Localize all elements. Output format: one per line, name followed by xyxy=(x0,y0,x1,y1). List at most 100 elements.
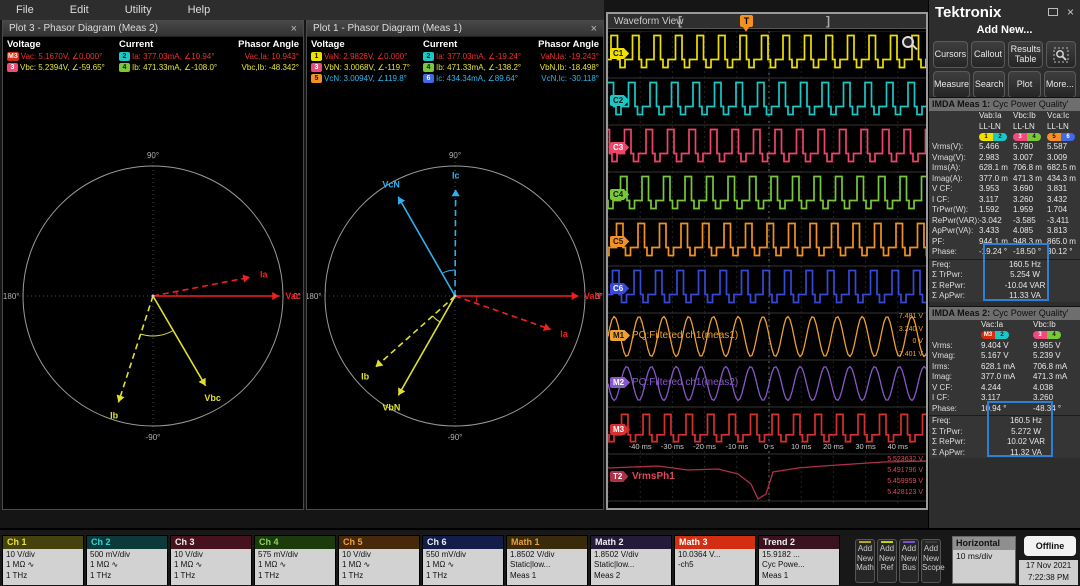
waveform-view-panel: Waveform View [ ] T C1 C2 C3 C4 C5 C6 M1 PQ:Fil… xyxy=(606,12,928,510)
search-button[interactable]: Search xyxy=(973,71,1006,98)
add-new-bus-button[interactable]: Add New Bus xyxy=(899,539,919,583)
channel-badge-ch4[interactable]: Ch 4 575 mV/div 1 MΩ ∿ 1 THz xyxy=(254,535,336,585)
column-header: Phasor Angle xyxy=(238,39,299,50)
column-header: Voltage xyxy=(311,39,345,50)
column-header: Phasor Angle xyxy=(538,39,599,50)
meas-row: Σ TrPwr: 5.272 W xyxy=(932,426,1041,436)
imda-meas2-results-table[interactable]: IMDA Meas 2: Cyc Power Quality' Vac:Ia Vbc… xyxy=(929,306,1080,458)
channel-badge-ch2[interactable]: Ch 2 500 mV/div 1 MΩ ∿ 1 THz xyxy=(86,535,168,585)
add-new-math-button[interactable]: Add New Math xyxy=(855,539,875,583)
time-axis-label: 0 s xyxy=(763,442,775,451)
menu-item-edit[interactable]: Edit xyxy=(70,4,89,16)
svg-text:Vbc: Vbc xyxy=(204,393,221,403)
svg-text:-90°: -90° xyxy=(146,433,161,442)
cursors-button[interactable]: Cursors xyxy=(933,41,968,68)
channel-badge-math3[interactable]: Math 3 10.0364 V... -ch5 xyxy=(674,535,756,585)
imda-meas1-results-table[interactable]: IMDA Meas 1: Cyc Power Quality' Vab:Ia Vbc… xyxy=(929,97,1080,302)
svg-text:±180°: ±180° xyxy=(307,292,321,301)
measure-button[interactable]: Measure xyxy=(933,71,971,98)
trend-scale-label: 5.523632 V xyxy=(887,456,923,463)
channel-badge-math1[interactable]: Math 1 1.8502 V/div Static|low... Meas 1 xyxy=(506,535,588,585)
menu-item-utility[interactable]: Utility xyxy=(125,4,152,16)
m1-scale-label: -7.401 V xyxy=(896,350,923,358)
plot-button[interactable]: Plot xyxy=(1008,71,1041,98)
source-badge-pair: 12 xyxy=(979,132,1007,141)
column-header: Voltage xyxy=(7,39,41,50)
meas-row: TrPwr(W): 1.592 1.959 1.704 xyxy=(932,205,1068,214)
phasor-table-row: 1 VaN: 2.9826V, ∠0.000° 2 Ia: 377.03mA, ∠-1… xyxy=(307,51,603,62)
zoom-bracket-right[interactable]: ] xyxy=(826,14,830,28)
close-icon[interactable]: × xyxy=(291,23,297,35)
results-table-button[interactable]: Results Table xyxy=(1008,41,1044,68)
app-window: File Edit Utility Help Plot 3 - Phasor Diag… xyxy=(0,0,1080,586)
menu-bar: File Edit Utility Help xyxy=(0,0,604,20)
time-axis-label: 10 ms xyxy=(790,442,812,451)
channel-badge-ch1[interactable]: Ch 1 10 V/div 1 MΩ ∿ 1 THz xyxy=(2,535,84,585)
svg-text:Ic: Ic xyxy=(452,170,460,180)
source-badge: 2 xyxy=(423,52,434,61)
waveform-graticule[interactable]: C1 C2 C3 C4 C5 C6 M1 PQ:Filtered ch1(meas1) M2 PQ… xyxy=(608,29,926,508)
waveform-title: Waveform View xyxy=(614,15,684,27)
meas-row: I CF: 3.117 3.260 3.432 xyxy=(932,194,1068,204)
waveform-annotation: PQ:Filtered ch1(meas1) xyxy=(632,330,739,341)
trend-scale-label: 5.459959 V xyxy=(887,478,923,485)
trend-scale-label: 5.491796 V xyxy=(887,467,923,474)
plot1-phasor-diagram: 90°0°-90°±180°VaNIaVbNIbVcNIc xyxy=(307,151,603,442)
restore-window-icon[interactable] xyxy=(1047,8,1058,16)
meas-row: Freq: 160.5 Hz xyxy=(932,416,1043,425)
date-label: 17 Nov 2021 xyxy=(1025,561,1072,570)
meas-row: Phase: -19.24 ° -18.50 ° 30.12 ° xyxy=(932,247,1073,256)
meas-row: Vmag: 5.167 V 5.239 V xyxy=(932,351,1061,360)
add-new-scope-button[interactable]: Add New Scope xyxy=(921,539,945,583)
meas-row: Irms: 628.1 mA 706.8 mA xyxy=(932,361,1068,371)
meas-row: ApPwr(VA): 3.433 4.085 3.813 xyxy=(932,226,1068,235)
svg-text:Vac: Vac xyxy=(285,291,301,301)
plot1-title: Plot 1 - Phasor Diagram (Meas 1) xyxy=(313,23,462,34)
offline-button[interactable]: Offline xyxy=(1024,536,1076,556)
zoom-bracket-left[interactable]: [ xyxy=(678,14,682,28)
source-badge: 2 xyxy=(119,52,130,61)
m1-scale-label: 7.481 V xyxy=(898,313,923,320)
horizontal-scale: 10 ms/div xyxy=(953,550,1015,583)
channel-badge-ch3[interactable]: Ch 3 10 V/div 1 MΩ ∿ 1 THz xyxy=(170,535,252,585)
time-axis-label: 30 ms xyxy=(855,442,876,451)
magnifier-icon[interactable] xyxy=(902,36,914,48)
channel-badge-math2[interactable]: Math 2 1.8502 V/div Static|low... Meas 2 xyxy=(590,535,672,585)
channel-badge-trend2[interactable]: Trend 2 15.9182 ... Cyc Powe... Meas 1 xyxy=(758,535,840,585)
close-window-icon[interactable]: × xyxy=(1067,6,1074,18)
plot3-title: Plot 3 - Phasor Diagram (Meas 2) xyxy=(9,23,158,34)
datetime-display: 17 Nov 2021 7:22:38 PM xyxy=(1019,560,1078,585)
meas-row: Vrms: 9.404 V 9.965 V xyxy=(932,340,1061,350)
menu-item-help[interactable]: Help xyxy=(188,4,211,16)
bottom-settings-bar: Horizontal 10 ms/div Offline 17 Nov 2021… xyxy=(0,528,1080,586)
svg-text:Ia: Ia xyxy=(560,329,569,339)
trigger-marker[interactable]: T xyxy=(740,15,753,32)
phasor-table-row: 3 Vbc: 5.2394V, ∠-59.65° 4 Ib: 471.33mA, ∠-… xyxy=(3,62,303,73)
meas-row: Vmag(V): 2.983 3.007 3.009 xyxy=(932,152,1068,162)
source-badge-pair: 56 xyxy=(1047,132,1075,141)
horizontal-badge[interactable]: Horizontal 10 ms/div xyxy=(952,536,1016,584)
add-new-ref-button[interactable]: Add New Ref xyxy=(877,539,897,583)
m1-scale-label: 0 V xyxy=(912,338,923,346)
source-badge: 3 xyxy=(311,63,322,72)
callout-button[interactable]: Callout xyxy=(970,41,1006,68)
phasor-table-row: 5 VcN: 3.0094V, ∠119.8° 6 Ic: 434.34mA, ∠89… xyxy=(307,73,603,84)
zoom-select-button[interactable] xyxy=(1046,41,1077,68)
channel-badge-ch6[interactable]: Ch 6 550 mV/div 1 MΩ ∿ 1 THz xyxy=(422,535,504,585)
close-icon[interactable]: × xyxy=(591,23,597,35)
plot3-title-bar: Plot 3 - Phasor Diagram (Meas 2) × xyxy=(3,21,303,37)
svg-text:90°: 90° xyxy=(449,151,461,160)
time-axis-label: -30 ms xyxy=(660,442,684,451)
more-button[interactable]: More... xyxy=(1043,71,1076,98)
zoom-select-icon xyxy=(1053,47,1069,62)
menu-item-file[interactable]: File xyxy=(16,4,34,16)
channel-badge-ch5[interactable]: Ch 5 10 V/div 1 MΩ ∿ 1 THz xyxy=(338,535,420,585)
meas-row: M3 2 3 4 xyxy=(929,331,1080,341)
meas-row: 12 34 56 xyxy=(929,132,1080,142)
source-badge: 1 xyxy=(311,52,322,61)
meas-row: Vrms(V): 5.466 5.780 5.587 xyxy=(932,142,1068,151)
column-header: Current xyxy=(119,39,154,50)
source-badge: 4 xyxy=(423,63,434,72)
meas-row: PF: 944.1 m 948.3 m 865.0 m xyxy=(932,236,1076,246)
time-axis-label: -10 ms xyxy=(725,442,749,451)
